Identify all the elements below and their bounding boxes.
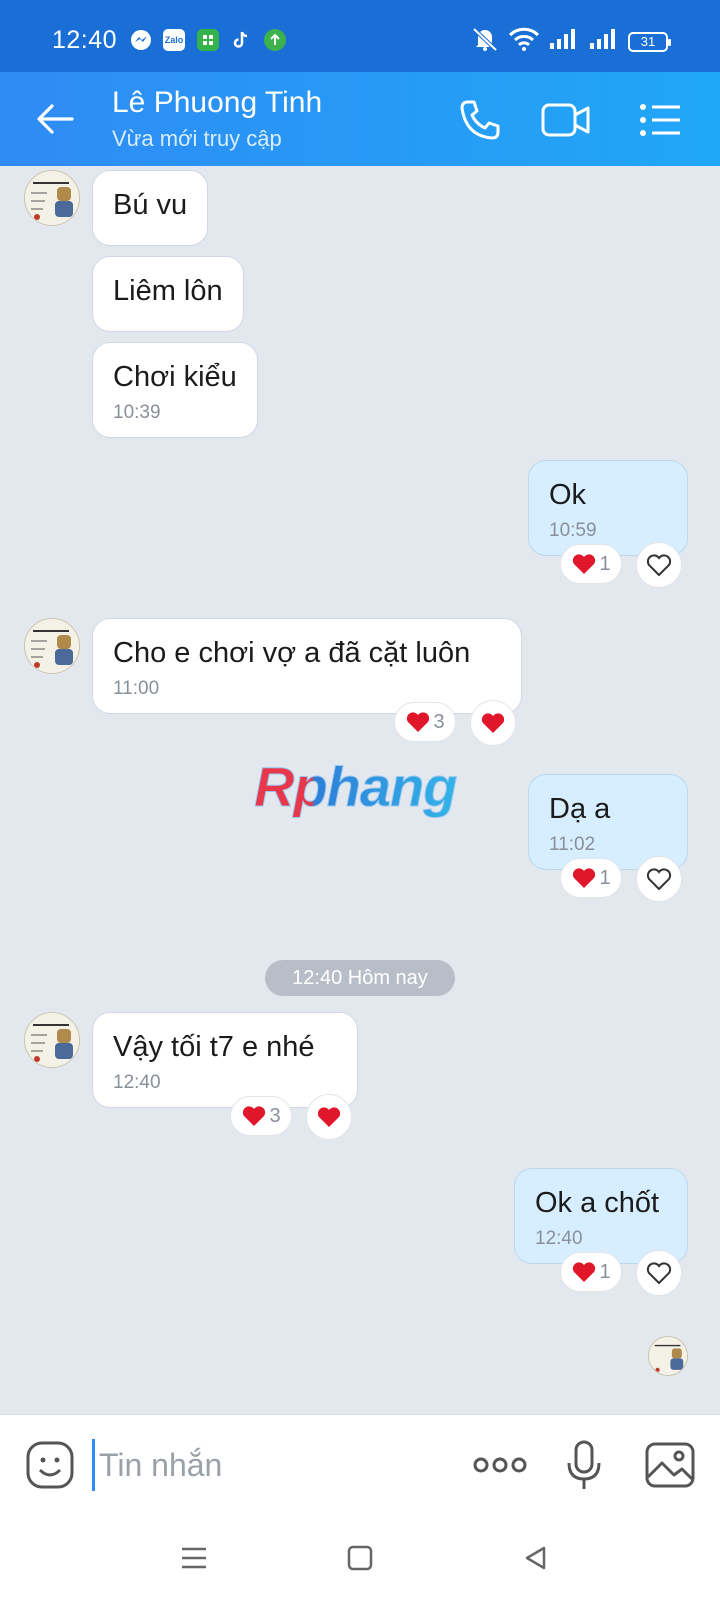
voice-message-button[interactable] bbox=[556, 1437, 612, 1493]
heart-icon bbox=[407, 712, 430, 732]
upload-app-icon bbox=[264, 29, 286, 51]
heart-icon bbox=[481, 713, 505, 733]
chat-header: Lê Phuong Tinh Vừa mới truy cập bbox=[0, 72, 720, 166]
watermark-logo: Rphang bbox=[250, 754, 470, 838]
reaction-count: 3 bbox=[433, 710, 445, 733]
react-button[interactable] bbox=[636, 542, 682, 588]
system-back-button[interactable] bbox=[512, 1534, 560, 1582]
svg-text:Rphang: Rphang bbox=[254, 755, 457, 818]
emoji-icon bbox=[26, 1441, 74, 1489]
react-button[interactable] bbox=[470, 700, 516, 746]
reaction-count: 3 bbox=[269, 1104, 281, 1127]
reaction-summary[interactable]: 1 bbox=[560, 544, 622, 584]
message-time: 12:40 bbox=[113, 1072, 161, 1093]
heart-outline-icon bbox=[646, 554, 672, 577]
square-icon bbox=[347, 1545, 373, 1571]
avatar[interactable] bbox=[24, 1012, 80, 1068]
heart-outline-icon bbox=[646, 1262, 672, 1285]
seen-avatar bbox=[648, 1336, 688, 1376]
message-time: 11:00 bbox=[113, 678, 160, 699]
message-time: 11:02 bbox=[549, 834, 596, 855]
reaction-summary[interactable]: 3 bbox=[230, 1096, 292, 1136]
message-text: Ok a chốt bbox=[535, 1187, 660, 1219]
message-text: Dạ a bbox=[549, 793, 611, 825]
avatar[interactable] bbox=[24, 618, 80, 674]
app-green-icon bbox=[197, 29, 219, 51]
recent-apps-button[interactable] bbox=[170, 1534, 218, 1582]
message-time: 12:40 bbox=[535, 1228, 583, 1249]
back-button[interactable] bbox=[32, 96, 78, 142]
image-icon bbox=[645, 1442, 695, 1488]
more-options-button[interactable] bbox=[472, 1437, 528, 1493]
signal-1-icon bbox=[548, 27, 580, 56]
react-button[interactable] bbox=[636, 856, 682, 902]
react-button[interactable] bbox=[306, 1094, 352, 1140]
zalo-icon: Zalo bbox=[163, 29, 185, 51]
back-arrow-icon bbox=[37, 104, 74, 134]
reaction-summary[interactable]: 3 bbox=[394, 702, 456, 742]
list-menu-icon bbox=[640, 104, 680, 136]
message-bubble[interactable]: Cho e chơi vợ a đã cặt luôn 11:00 bbox=[92, 618, 522, 714]
message-text: Vậy tối t7 e nhé bbox=[113, 1031, 315, 1063]
avatar[interactable] bbox=[24, 170, 80, 226]
message-text: Ok bbox=[549, 479, 587, 511]
video-camera-icon bbox=[541, 103, 590, 137]
tiktok-icon bbox=[230, 29, 252, 51]
heart-icon bbox=[573, 868, 596, 888]
image-picker-button[interactable] bbox=[642, 1437, 698, 1493]
message-text: Bú vu bbox=[113, 189, 188, 221]
status-bar: 12:40 Zalo 31 bbox=[0, 0, 720, 72]
status-time: 12:40 bbox=[52, 26, 118, 54]
battery-indicator: 31 bbox=[628, 31, 671, 52]
phone-icon bbox=[460, 100, 500, 140]
contact-name[interactable]: Lê Phuong Tinh bbox=[112, 86, 322, 120]
message-bubble[interactable]: Bú vu bbox=[92, 170, 209, 246]
heart-icon bbox=[243, 1106, 266, 1126]
options-menu-button[interactable] bbox=[632, 92, 688, 148]
chat-messages[interactable]: Bú vu Liêm lôn Chơi kiểu 10:39 Ok 10:59 … bbox=[0, 166, 720, 1414]
sticker-button[interactable] bbox=[22, 1437, 78, 1493]
message-input[interactable] bbox=[92, 1439, 452, 1491]
react-button[interactable] bbox=[636, 1250, 682, 1296]
message-text: Chơi kiểu bbox=[113, 361, 237, 393]
heart-outline-icon bbox=[646, 868, 672, 891]
messenger-icon bbox=[130, 29, 152, 51]
date-separator: 12:40 Hôm nay bbox=[265, 960, 455, 996]
voice-call-button[interactable] bbox=[452, 92, 508, 148]
message-composer bbox=[0, 1414, 720, 1514]
video-call-button[interactable] bbox=[538, 92, 594, 148]
signal-2-icon bbox=[588, 27, 620, 56]
heart-icon bbox=[317, 1107, 341, 1127]
triangle-back-icon bbox=[525, 1546, 546, 1570]
reaction-count: 1 bbox=[599, 866, 611, 889]
message-bubble[interactable]: Vậy tối t7 e nhé 12:40 bbox=[92, 1012, 358, 1108]
message-bubble[interactable]: Liêm lôn bbox=[92, 256, 244, 332]
home-button[interactable] bbox=[336, 1534, 384, 1582]
message-bubble[interactable]: Chơi kiểu 10:39 bbox=[92, 342, 258, 438]
more-dots-icon bbox=[473, 1457, 527, 1473]
heart-icon bbox=[573, 1262, 596, 1282]
message-time: 10:39 bbox=[113, 402, 161, 423]
reaction-count: 1 bbox=[599, 1260, 611, 1283]
message-text: Cho e chơi vợ a đã cặt luôn bbox=[113, 637, 471, 669]
microphone-icon bbox=[567, 1440, 601, 1489]
system-navigation-bar bbox=[0, 1514, 720, 1600]
message-text: Liêm lôn bbox=[113, 275, 223, 307]
wifi-icon bbox=[508, 26, 540, 57]
heart-icon bbox=[573, 554, 596, 574]
contact-status: Vừa mới truy cập bbox=[112, 126, 282, 151]
mute-icon bbox=[470, 26, 500, 57]
menu-lines-icon bbox=[182, 1547, 206, 1569]
reaction-summary[interactable]: 1 bbox=[560, 858, 622, 898]
reaction-summary[interactable]: 1 bbox=[560, 1252, 622, 1292]
message-time: 10:59 bbox=[549, 520, 597, 541]
reaction-count: 1 bbox=[599, 552, 611, 575]
